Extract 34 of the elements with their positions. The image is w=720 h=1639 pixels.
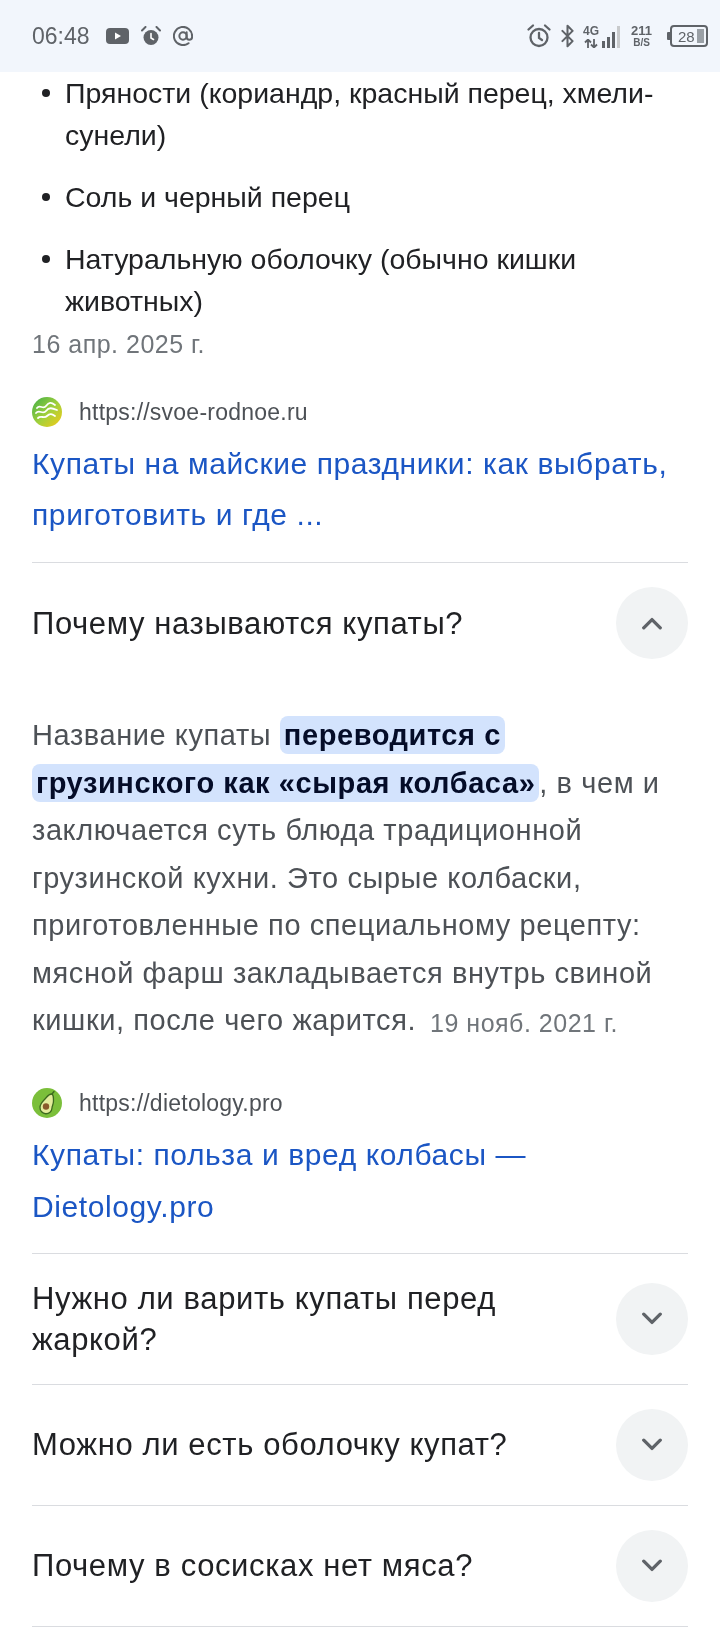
alarm-clock-icon: [140, 26, 161, 46]
chevron-up-icon: [641, 616, 663, 630]
chevron-down-icon: [641, 1558, 663, 1573]
list-item-text: Натуральную оболочку (обычно кишки животных): [65, 242, 578, 319]
result-title-link[interactable]: Купаты: польза и вред колбасы — Dietology.pro: [32, 1128, 688, 1253]
battery-indicator: 28: [667, 25, 708, 47]
list-item-text: Соль и черный перец: [65, 180, 350, 215]
chevron-down-icon: [641, 1437, 663, 1452]
question-text: Почему в сосисках нет мяса?: [32, 1547, 475, 1585]
swirl-logo-icon[interactable]: [32, 397, 62, 427]
speed-unit: B/S: [633, 37, 650, 48]
updown-arrows-icon: [584, 38, 598, 48]
question-text: Почему называются купаты?: [32, 604, 465, 643]
source-url[interactable]: https://svoe-rodnoe.ru: [79, 398, 308, 426]
network-speed: 211: [631, 24, 652, 37]
answer-date: 19 нояб. 2021 г.: [430, 1007, 618, 1039]
bullet-icon: [42, 255, 50, 263]
alarm-clock-icon: [526, 23, 552, 49]
avocado-icon[interactable]: [32, 1087, 62, 1118]
list-item-text: Пряности (кориандр, красный перец, хмели-сунели): [65, 76, 655, 153]
clock-time: 06:48: [32, 21, 90, 51]
question-text: Нужно ли варить купаты перед жаркой?: [32, 1279, 497, 1359]
result-title-link[interactable]: Купаты на майские праздники: как выбрать, приготовить и где ...: [32, 438, 688, 540]
bullet-icon: [42, 193, 50, 201]
video-play-icon: [105, 28, 129, 44]
network-type: 4G: [583, 24, 599, 37]
source-url[interactable]: https://dietology.pro: [79, 1088, 283, 1117]
answer-date: 16 апр. 2025 г.: [32, 329, 206, 360]
bluetooth-icon: [561, 24, 574, 48]
signal-bars-icon: [602, 25, 620, 48]
question-text: Можно ли есть оболочку купат?: [32, 1426, 509, 1464]
at-sign-icon: [172, 26, 193, 46]
bullet-icon: [42, 89, 50, 97]
chevron-down-icon: [641, 1311, 663, 1326]
